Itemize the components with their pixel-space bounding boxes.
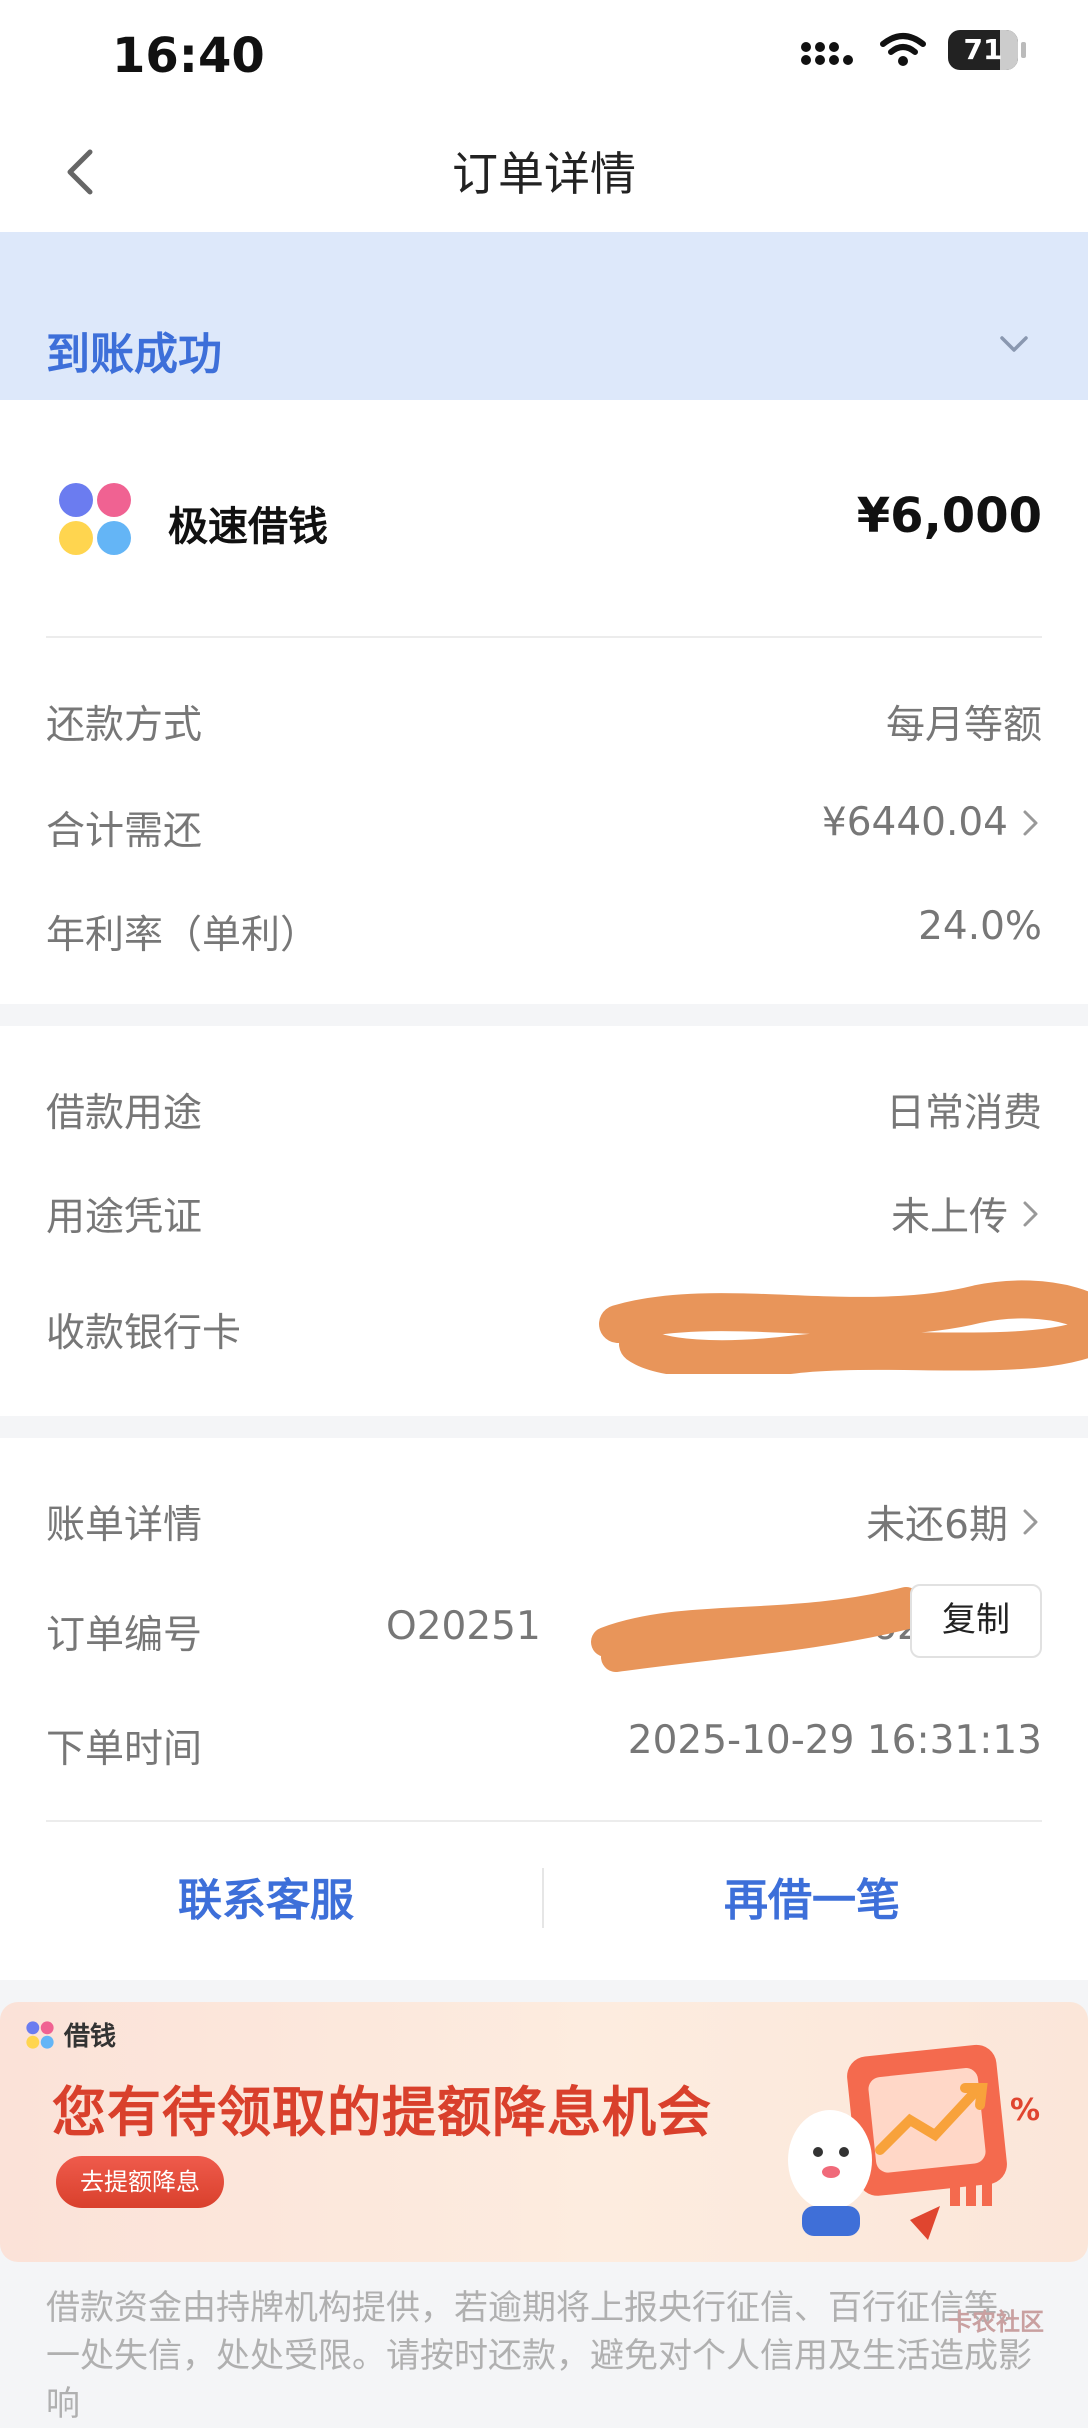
copy-order-number-button[interactable]: 复制 [910,1584,1042,1658]
promo-banner[interactable]: 借钱 您有待领取的提额降息机会 去提额降息 % [0,2002,1088,2262]
redaction-scribble [591,1587,931,1672]
order-number-value: O20251 [386,1604,541,1649]
status-banner-label: 到账成功 [46,329,222,380]
row-loan-purpose: 借款用途 日常消费 [46,1074,1042,1136]
row-key: 用途凭证 [46,1195,203,1240]
row-key: 年利率（单利） [46,913,320,958]
product-row: 极速借钱 ¥6,000 [46,478,1042,560]
row-key: 账单详情 [46,1503,203,1548]
row-order-number: 订单编号 O20251 62 复制 [46,1584,1042,1672]
chevron-down-icon[interactable] [994,324,1034,364]
order-info-card: 账单详情 未还6期 订单编号 O20251 62 复制 下单时间 2025-10… [0,1438,1088,1980]
chevron-right-icon [1023,1509,1038,1535]
row-value[interactable]: 未上传 [891,1186,1042,1242]
divider [46,636,1042,638]
loan-amount: ¥6,000 [856,488,1042,544]
chevron-right-icon [1023,810,1038,835]
chevron-right-icon [1023,1201,1038,1227]
battery-level: 71 [963,33,1003,66]
promo-brand: 借钱 [26,2016,116,2053]
row-key: 合计需还 [46,809,203,854]
status-bar: 16:40 71 [0,0,1088,110]
promo-brand-label: 借钱 [64,2022,117,2052]
row-value[interactable]: 未还6期 [866,1494,1042,1550]
contact-service-button[interactable]: 联系客服 [178,1864,354,1928]
row-key: 订单编号 [46,1613,203,1658]
promo-brand-icon [26,2020,54,2049]
row-value: 每月等额 [885,703,1042,748]
disclaimer-text: 借款资金由持牌机构提供，若逾期将上报央行征信、百行征信等。一处失信，处处受限。请… [46,2288,1032,2424]
row-purpose-proof[interactable]: 用途凭证 未上传 [46,1178,1042,1240]
row-repayment-method: 还款方式 每月等额 [46,686,1042,748]
row-value[interactable]: ¥6440.04 [822,800,1042,845]
product-logo-icon [59,483,131,555]
row-key: 下单时间 [46,1727,203,1772]
status-banner[interactable]: 到账成功 [0,232,1088,400]
redaction-scribble [599,1280,1088,1374]
nav-bar: 订单详情 [0,110,1088,232]
row-value: 日常消费 [885,1091,1042,1136]
row-bill-detail[interactable]: 账单详情 未还6期 [46,1486,1042,1548]
battery-icon: 71 [948,30,1026,70]
status-time: 16:40 [112,28,265,84]
product-name: 极速借钱 [168,504,328,550]
row-bank-card: 收款银行卡 [46,1280,1088,1374]
row-value: 24.0% [918,904,1042,949]
row-order-time: 下单时间 2025-10-29 16:31:13 [46,1710,1042,1772]
row-value: 2025-10-29 16:31:13 [627,1718,1042,1763]
promo-headline: 您有待领取的提额降息机会 [52,2081,712,2144]
divider [46,1820,1042,1822]
row-total-repay[interactable]: 合计需还 ¥6440.04 [46,792,1042,854]
row-key: 借款用途 [46,1091,203,1136]
status-icons: 71 [800,30,1026,70]
row-key: 收款银行卡 [46,1311,242,1356]
row-annual-rate: 年利率（单利） 24.0% [46,896,1042,958]
action-separator [542,1868,544,1928]
loan-info-card: 借款用途 日常消费 用途凭证 未上传 收款银行卡 [0,1026,1088,1416]
promo-illustration-icon: % [788,2044,1040,2240]
loan-summary-card: 极速借钱 ¥6,000 还款方式 每月等额 合计需还 ¥6440.04 年利率（… [0,400,1088,1004]
row-key: 还款方式 [46,703,203,748]
svg-text:%: % [1010,2093,1040,2128]
borrow-again-button[interactable]: 再借一笔 [724,1864,900,1928]
watermark: 卡农社区 [948,2308,1044,2336]
wifi-icon [880,33,926,66]
page-title: 订单详情 [452,147,636,201]
promo-cta-button[interactable]: 去提额降息 [56,2156,224,2208]
signal-icon [801,42,853,65]
